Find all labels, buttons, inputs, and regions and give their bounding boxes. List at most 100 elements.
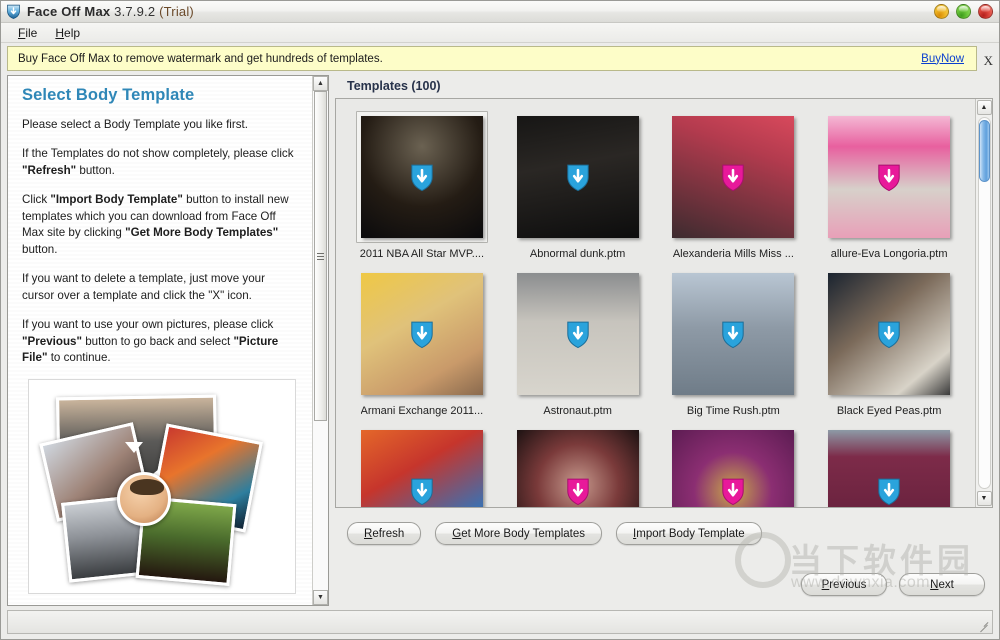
instructions-content: Select Body Template Please select a Bod… bbox=[8, 76, 312, 605]
instructions-scrollbar[interactable]: ▲ ▼ bbox=[312, 76, 328, 605]
templates-scroll-up-icon[interactable]: ▲ bbox=[977, 100, 992, 115]
instruction-paragraph-1: Please select a Body Template you like f… bbox=[22, 117, 298, 133]
template-thumbnail-image[interactable] bbox=[361, 273, 483, 395]
menu-item-help[interactable]: Help bbox=[46, 25, 89, 41]
template-thumbnail-frame[interactable] bbox=[512, 268, 644, 400]
template-item[interactable] bbox=[500, 425, 656, 507]
application-window: Face Off Max 3.7.9.2 (Trial) File Help B… bbox=[0, 0, 1000, 640]
instruction-paragraph-5: If you want to use your own pictures, pl… bbox=[22, 317, 298, 366]
menu-item-file[interactable]: File bbox=[9, 25, 46, 41]
menu-bar: File Help bbox=[1, 23, 999, 43]
promo-banner-region: Buy Face Off Max to remove watermark and… bbox=[1, 43, 999, 75]
next-button[interactable]: Next bbox=[899, 573, 985, 596]
face-mask-overlay-icon bbox=[405, 160, 439, 194]
template-thumbnail-frame[interactable] bbox=[356, 111, 488, 243]
resize-grip-icon[interactable] bbox=[977, 619, 989, 631]
close-button[interactable] bbox=[978, 4, 993, 19]
banner-close-icon[interactable]: X bbox=[984, 53, 993, 69]
template-thumbnail-frame[interactable] bbox=[667, 111, 799, 243]
template-thumbnail-frame[interactable] bbox=[667, 425, 799, 507]
window-title: Face Off Max 3.7.9.2 (Trial) bbox=[27, 4, 194, 19]
instruction-text-4: If you want to delete a template, just m… bbox=[22, 272, 265, 301]
refresh-button[interactable]: Refresh bbox=[347, 522, 421, 545]
template-item[interactable]: Abnormal dunk.ptm bbox=[500, 111, 656, 268]
templates-panel: Templates (100) 2011 NBA All Star MVP...… bbox=[335, 75, 993, 606]
promo-banner-text: Buy Face Off Max to remove watermark and… bbox=[18, 53, 383, 65]
template-thumbnail-frame[interactable] bbox=[823, 268, 955, 400]
template-item[interactable]: Black Eyed Peas.ptm bbox=[811, 268, 967, 425]
title-app-name: Face Off Max bbox=[27, 4, 110, 19]
templates-scroll-track[interactable] bbox=[978, 117, 991, 489]
template-thumbnail-image[interactable] bbox=[517, 430, 639, 507]
face-mask-overlay-icon bbox=[561, 474, 595, 507]
face-mask-overlay-icon bbox=[872, 317, 906, 351]
app-logo-icon bbox=[5, 3, 22, 20]
template-item[interactable]: allure-Eva Longoria.ptm bbox=[811, 111, 967, 268]
scroll-up-icon[interactable]: ▲ bbox=[313, 76, 328, 91]
face-mask-overlay-icon bbox=[405, 317, 439, 351]
template-thumbnail-frame[interactable] bbox=[512, 425, 644, 507]
face-mask-overlay-icon bbox=[561, 160, 595, 194]
template-thumbnail-image[interactable] bbox=[828, 430, 950, 507]
template-thumbnail-image[interactable] bbox=[517, 273, 639, 395]
template-thumbnail-frame[interactable] bbox=[356, 425, 488, 507]
status-bar bbox=[7, 610, 993, 634]
main-content: Select Body Template Please select a Bod… bbox=[1, 75, 999, 606]
instruction-paragraph-2: If the Templates do not show completely,… bbox=[22, 146, 298, 179]
previous-button[interactable]: Previous bbox=[801, 573, 887, 596]
templates-scroll-thumb[interactable] bbox=[979, 120, 990, 182]
template-thumbnail-image[interactable] bbox=[672, 116, 794, 238]
face-mask-overlay-icon bbox=[872, 474, 906, 507]
menu-file-rest: ile bbox=[25, 26, 37, 40]
template-item[interactable]: Big Time Rush.ptm bbox=[656, 268, 812, 425]
template-thumbnail-image[interactable] bbox=[828, 273, 950, 395]
template-label: Astronaut.ptm bbox=[543, 405, 611, 417]
template-thumbnail-image[interactable] bbox=[672, 273, 794, 395]
template-thumbnail-frame[interactable] bbox=[356, 268, 488, 400]
templates-title: Templates (100) bbox=[335, 75, 993, 98]
action-button-row: Refresh Get More Body Templates Import B… bbox=[335, 508, 993, 545]
menu-help-rest: elp bbox=[64, 26, 80, 40]
template-item[interactable]: 2011 NBA All Star MVP.... bbox=[344, 111, 500, 268]
templates-scrollbar[interactable]: ▲ ▼ bbox=[975, 99, 992, 507]
template-thumbnail-frame[interactable] bbox=[823, 425, 955, 507]
buy-now-link[interactable]: BuyNow bbox=[921, 53, 964, 65]
template-thumbnail-image[interactable] bbox=[672, 430, 794, 507]
templates-scroll-down-icon[interactable]: ▼ bbox=[977, 491, 992, 506]
face-mask-overlay-icon bbox=[405, 474, 439, 507]
face-mask-overlay-icon bbox=[716, 160, 750, 194]
scroll-grip-icon bbox=[317, 251, 324, 262]
scroll-track[interactable] bbox=[313, 91, 329, 590]
title-version: 3.7.9.2 bbox=[114, 4, 155, 19]
template-item[interactable]: Alexanderia Mills Miss ... bbox=[656, 111, 812, 268]
minimize-button[interactable] bbox=[934, 4, 949, 19]
template-thumbnail-image[interactable] bbox=[361, 116, 483, 238]
instruction-paragraph-3: Click "Import Body Template" button to i… bbox=[22, 192, 298, 258]
template-item[interactable]: Armani Exchange 2011... bbox=[344, 268, 500, 425]
template-label: 2011 NBA All Star MVP.... bbox=[360, 248, 484, 260]
template-thumbnail-frame[interactable] bbox=[512, 111, 644, 243]
template-item[interactable]: Astronaut.ptm bbox=[500, 268, 656, 425]
face-mask-overlay-icon bbox=[716, 317, 750, 351]
navigation-buttons: Previous Next bbox=[801, 573, 985, 596]
template-thumbnail-frame[interactable] bbox=[823, 111, 955, 243]
template-thumbnail-frame[interactable] bbox=[667, 268, 799, 400]
face-mask-overlay-icon bbox=[561, 317, 595, 351]
promo-banner: Buy Face Off Max to remove watermark and… bbox=[7, 46, 977, 71]
get-more-body-templates-button[interactable]: Get More Body Templates bbox=[435, 522, 602, 545]
template-item[interactable] bbox=[344, 425, 500, 507]
template-item[interactable] bbox=[656, 425, 812, 507]
title-trial-tag: (Trial) bbox=[159, 4, 194, 19]
template-label: Armani Exchange 2011... bbox=[361, 405, 484, 417]
scroll-thumb[interactable] bbox=[314, 91, 327, 421]
template-thumbnail-image[interactable] bbox=[828, 116, 950, 238]
page-title: Select Body Template bbox=[22, 86, 298, 105]
scroll-down-icon[interactable]: ▼ bbox=[313, 590, 328, 605]
template-label: allure-Eva Longoria.ptm bbox=[831, 248, 948, 260]
template-label: Abnormal dunk.ptm bbox=[530, 248, 625, 260]
template-item[interactable] bbox=[811, 425, 967, 507]
import-body-template-button[interactable]: Import Body Template bbox=[616, 522, 762, 545]
template-thumbnail-image[interactable] bbox=[517, 116, 639, 238]
maximize-button[interactable] bbox=[956, 4, 971, 19]
template-thumbnail-image[interactable] bbox=[361, 430, 483, 507]
